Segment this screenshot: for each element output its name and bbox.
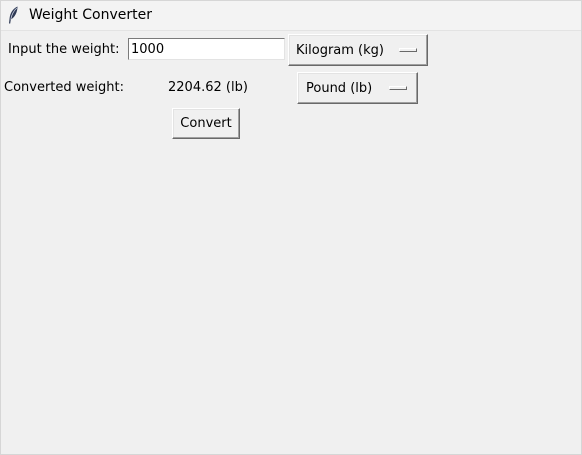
converted-weight-value: 2204.62 (lb) xyxy=(168,80,248,95)
window-title: Weight Converter xyxy=(29,7,152,23)
feather-icon xyxy=(6,5,20,25)
title-bar: Weight Converter xyxy=(1,1,581,31)
converted-weight-label: Converted weight: xyxy=(4,80,124,95)
output-unit-value: Pound (lb) xyxy=(306,81,373,96)
app-window: Weight Converter Input the weight: Kilog… xyxy=(0,0,582,455)
menu-indicator-icon xyxy=(399,48,417,52)
input-unit-value: Kilogram (kg) xyxy=(296,43,384,58)
input-weight-label: Input the weight: xyxy=(8,42,120,57)
output-unit-menubutton[interactable]: Pound (lb) xyxy=(297,72,418,104)
convert-button[interactable]: Convert xyxy=(172,108,240,139)
input-unit-menubutton[interactable]: Kilogram (kg) xyxy=(288,34,428,66)
weight-input[interactable] xyxy=(128,38,285,60)
menu-indicator-icon xyxy=(389,86,407,90)
